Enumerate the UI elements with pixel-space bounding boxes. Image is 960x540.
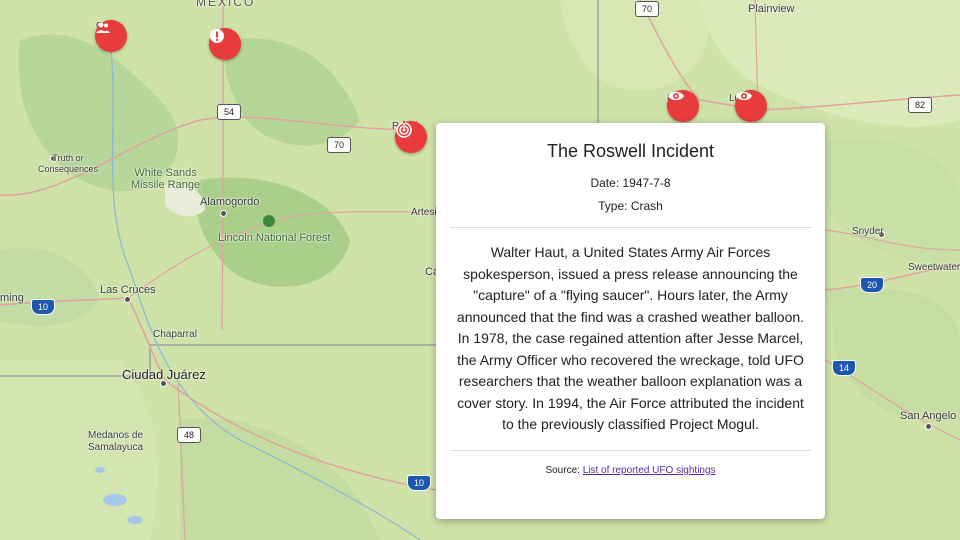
eye-icon [736,91,752,101]
source-link[interactable]: List of reported UFO sightings [583,465,716,476]
incident-popup: The Roswell Incident Date: 1947-7-8 Type… [436,123,825,519]
group-icon [96,22,110,33]
label-plainview: Plainview [748,3,795,15]
label-snyder: Snyder [852,226,884,237]
marker-crash-selected[interactable] [395,121,427,153]
marker-group[interactable] [95,20,127,52]
city-dot [124,296,131,303]
label-medanos: Medanos de Samalayuca [88,430,144,453]
marker-sighting[interactable] [735,90,767,122]
shield-i20: 20 [860,277,884,293]
popup-description: Walter Haut, a United States Army Air Fo… [456,244,805,432]
popup-type: Type: Crash [598,199,663,213]
shield-i10: 10 [407,475,431,491]
park-icon [263,215,275,227]
shield-nm48: 48 [177,427,201,443]
label-lincoln-national-forest: Lincoln National Forest [218,232,331,244]
shield-us82: 82 [908,97,932,113]
city-dot [925,423,932,430]
label-san-angelo: San Angelo [900,410,957,422]
popup-date: Date: 1947-7-8 [590,176,671,190]
label-sweetwater: Sweetwater [908,262,960,273]
signal-icon [396,121,412,138]
marker-alert[interactable] [209,28,241,60]
label-las-cruces: Las Cruces [100,284,156,296]
label-mexico: MEXICO [196,0,256,9]
popup-source: Source: List of reported UFO sightings [450,465,811,476]
label-alamogordo: Alamogordo [200,196,260,208]
label-white-sands: White Sands Missile Range [131,167,201,191]
alert-icon [210,29,224,43]
divider [450,449,811,451]
marker-sighting[interactable] [667,90,699,122]
label-chaparral: Chaparral [153,329,197,340]
city-dot [220,210,227,217]
shield-i10: 10 [31,299,55,315]
popup-title: The Roswell Incident [546,141,715,161]
divider [450,227,811,228]
shield-us70: 70 [635,1,659,17]
label-truth-or-consequences: Truth or Consequences [38,153,99,174]
shield-nm54: 54 [217,104,241,120]
shield-i14: 14 [832,360,856,376]
source-prefix: Source: [545,464,583,476]
eye-icon [668,91,684,101]
label-artesia: Artesi [411,207,437,218]
label-deming: ming [0,292,24,304]
label-ciudad-juarez: Ciudad Juárez [122,367,206,382]
shield-us70: 70 [327,137,351,153]
